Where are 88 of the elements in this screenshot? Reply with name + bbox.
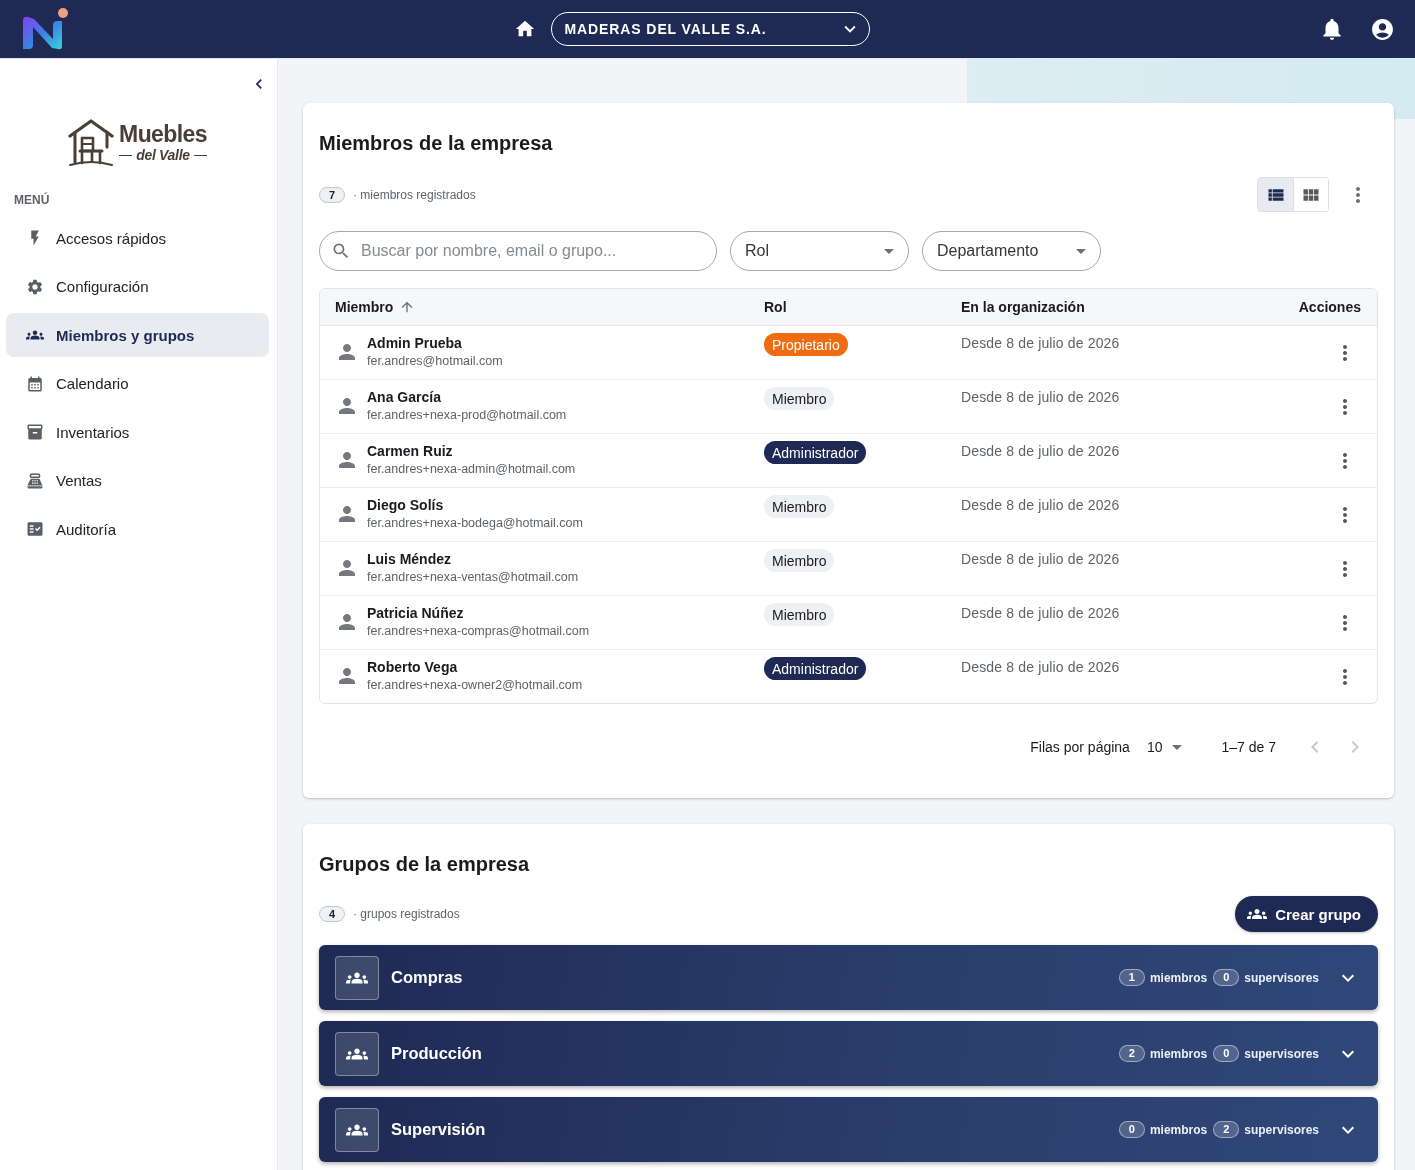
rows-per-page-select[interactable]: 10 <box>1146 739 1184 755</box>
role-tag: Administrador <box>764 657 867 680</box>
nav-item[interactable]: Ventas <box>6 458 269 503</box>
count-badge: 2 <box>1118 1045 1145 1062</box>
role-tag: Miembro <box>764 387 835 410</box>
menu-heading: MENÚ <box>14 192 50 208</box>
nav-item[interactable]: Calendario <box>6 361 269 406</box>
count-label: miembros <box>1149 1122 1208 1137</box>
column-header: Rol <box>764 299 787 315</box>
group-name: Producción <box>391 1044 482 1063</box>
column-header: En la organización <box>961 299 1085 315</box>
group-name: Supervisión <box>391 1120 486 1139</box>
member-since: Desde 8 de julio de 2026 <box>961 604 1120 622</box>
create-group-button[interactable]: Crear grupo <box>1235 896 1378 932</box>
column-header: Acciones <box>1298 299 1361 315</box>
member-since: Desde 8 de julio de 2026 <box>961 442 1120 460</box>
role-tag: Miembro <box>764 495 835 518</box>
group-panel[interactable]: Supervisión 0 miembros 2 supervisores <box>319 1097 1378 1162</box>
member-email: fer.andres+nexa-bodega@hotmail.com <box>367 515 583 532</box>
column-header[interactable]: Miembro <box>335 299 416 315</box>
dropdown-caret-icon <box>1076 248 1086 254</box>
count-badge: 0 <box>1213 1045 1240 1062</box>
settings-icon <box>26 277 44 296</box>
people-icon <box>335 1031 379 1076</box>
count-badge: 0 <box>1213 969 1240 986</box>
nav-item[interactable]: Auditoría <box>6 507 269 551</box>
logo-icon[interactable] <box>22 8 68 50</box>
member-name: Roberto Vega <box>367 658 458 676</box>
search-field[interactable]: Buscar por nombre, email o grupo... <box>319 231 717 271</box>
member-email: fer.andres+nexa-ventas@hotmail.com <box>367 569 579 586</box>
member-name: Diego Solís <box>367 496 444 514</box>
count-label: supervisores <box>1244 1046 1319 1061</box>
count-label: miembros <box>1149 1046 1208 1061</box>
member-since: Desde 8 de julio de 2026 <box>961 550 1120 568</box>
card-title: Miembros de la empresa <box>319 131 553 155</box>
nav-item[interactable]: Accesos rápidos <box>6 216 269 260</box>
role-tag: Propietario <box>764 333 848 356</box>
member-email: fer.andres+nexa-owner2@hotmail.com <box>367 677 583 694</box>
role-tag: Miembro <box>764 603 835 626</box>
group-name: Compras <box>391 968 463 987</box>
logo-title: Muebles <box>119 122 207 147</box>
member-email: fer.andres@hotmail.com <box>367 353 503 370</box>
grid-view-button[interactable] <box>1293 178 1328 211</box>
member-since: Desde 8 de julio de 2026 <box>961 388 1120 406</box>
member-email: fer.andres+nexa-compras@hotmail.com <box>367 623 590 640</box>
count-label: · miembros registrados <box>353 186 476 203</box>
role-tag: Administrador <box>764 441 867 464</box>
logo-subtitle: del Valle <box>119 147 207 164</box>
role-tag: Miembro <box>764 549 835 572</box>
people-icon <box>335 1107 379 1152</box>
member-email: fer.andres+nexa-admin@hotmail.com <box>367 461 576 478</box>
rows-per-page-label: Filas por página <box>1030 739 1130 755</box>
group-panel[interactable]: Producción 2 miembros 0 supervisores <box>319 1021 1378 1086</box>
count-label: miembros <box>1149 970 1208 985</box>
page-range: 1–7 de 7 <box>1221 739 1276 755</box>
archive-box-icon <box>26 423 44 441</box>
dropdown-caret-icon <box>1171 744 1182 750</box>
checklist-icon <box>26 520 44 538</box>
nav-item[interactable]: Inventarios <box>6 410 269 454</box>
people-icon <box>335 955 379 1000</box>
member-email: fer.andres+nexa-prod@hotmail.com <box>367 407 567 424</box>
count-badge: 4 <box>319 906 345 922</box>
count-badge: 2 <box>1213 1121 1240 1138</box>
member-name: Ana García <box>367 388 441 406</box>
nav-item[interactable]: Configuración <box>6 264 269 309</box>
member-name: Patricia Núñez <box>367 604 464 622</box>
account-icon[interactable] <box>1370 16 1395 42</box>
search-icon <box>331 241 351 261</box>
member-since: Desde 8 de julio de 2026 <box>961 496 1120 514</box>
list-view-button[interactable] <box>1258 178 1293 211</box>
dropdown-caret-icon <box>884 248 894 254</box>
member-name: Luis Méndez <box>367 550 451 568</box>
count-badge: 0 <box>1118 1121 1145 1138</box>
cash-register-icon <box>26 471 44 490</box>
member-since: Desde 8 de julio de 2026 <box>961 658 1120 676</box>
group-panel[interactable]: Compras 1 miembros 0 supervisores <box>319 945 1378 1010</box>
member-since: Desde 8 de julio de 2026 <box>961 334 1120 352</box>
calendar-icon <box>26 374 44 393</box>
house-chair-icon <box>68 119 115 167</box>
count-label: supervisores <box>1244 970 1319 985</box>
count-label: supervisores <box>1244 1122 1319 1137</box>
count-badge: 7 <box>319 186 345 203</box>
card-title: Grupos de la empresa <box>319 852 530 876</box>
member-name: Carmen Ruiz <box>367 442 453 460</box>
nav-item[interactable]: Miembros y grupos <box>6 313 269 357</box>
count-label: · grupos registrados <box>353 906 460 922</box>
member-name: Admin Prueba <box>367 334 462 352</box>
count-badge: 1 <box>1118 969 1145 986</box>
